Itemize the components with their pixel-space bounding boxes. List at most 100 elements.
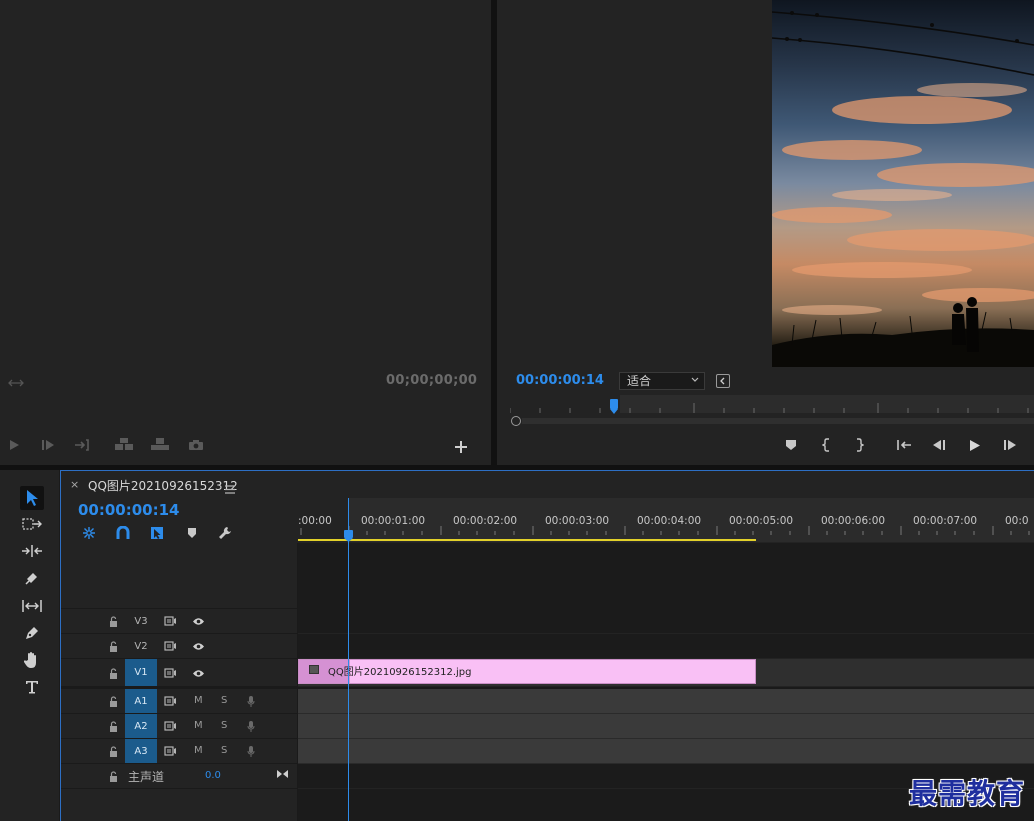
eye-icon[interactable] bbox=[191, 667, 205, 679]
type-tool[interactable] bbox=[20, 675, 44, 699]
nest-icon[interactable] bbox=[81, 525, 97, 541]
track-header-v2: V2 bbox=[61, 634, 297, 659]
track-header-a2: A2 M S bbox=[61, 714, 297, 739]
program-timecode[interactable]: 00:00:00:14 bbox=[516, 373, 604, 388]
program-time-ruler[interactable] bbox=[510, 393, 1034, 415]
sync-lock-icon[interactable] bbox=[163, 667, 177, 679]
pen-tool[interactable] bbox=[20, 621, 44, 645]
lock-icon[interactable] bbox=[107, 720, 119, 732]
track-select-tool[interactable] bbox=[20, 512, 44, 536]
master-track-label: 主声道 bbox=[128, 770, 165, 784]
insert-icon[interactable] bbox=[114, 434, 134, 454]
ripple-edit-tool[interactable] bbox=[20, 539, 44, 563]
settings-bracket-icon[interactable] bbox=[716, 374, 730, 388]
step-forward-icon[interactable] bbox=[38, 435, 58, 455]
linked-selection-icon[interactable] bbox=[149, 525, 165, 541]
tools-panel bbox=[0, 470, 59, 821]
sync-lock-icon[interactable] bbox=[163, 695, 177, 707]
track-v3[interactable] bbox=[298, 609, 1034, 634]
source-timecode[interactable]: 00;00;00;00 bbox=[386, 373, 477, 388]
ripple-edit-icon bbox=[22, 545, 42, 557]
overwrite-icon[interactable] bbox=[150, 434, 170, 454]
track-label-a3[interactable]: A3 bbox=[125, 739, 157, 763]
track-header-v3: V3 bbox=[61, 609, 297, 634]
timeline-ruler[interactable]: :00:00 00:00:01:00 00:00:02:00 00:00:03:… bbox=[298, 498, 1034, 542]
slip-tool[interactable] bbox=[20, 594, 44, 618]
microphone-icon[interactable] bbox=[245, 719, 257, 733]
marker-icon[interactable] bbox=[781, 435, 801, 455]
text-icon bbox=[26, 681, 38, 694]
razor-tool[interactable] bbox=[20, 566, 44, 590]
drag-video-only-icon[interactable] bbox=[8, 374, 24, 393]
microphone-icon[interactable] bbox=[245, 744, 257, 758]
add-icon[interactable] bbox=[451, 437, 471, 457]
scrollbar-handle[interactable] bbox=[511, 416, 521, 426]
solo-button[interactable]: S bbox=[221, 695, 227, 706]
image-clip-icon bbox=[309, 665, 319, 674]
sync-lock-icon[interactable] bbox=[163, 615, 177, 627]
track-a3[interactable] bbox=[298, 739, 1034, 764]
master-volume-value[interactable]: 0.0 bbox=[205, 770, 221, 781]
lock-icon[interactable] bbox=[107, 615, 119, 627]
slip-icon bbox=[22, 600, 42, 612]
play-icon[interactable] bbox=[4, 435, 24, 455]
timeline-timecode[interactable]: 00:00:00:14 bbox=[78, 501, 180, 519]
wrench-icon[interactable] bbox=[217, 525, 233, 541]
close-tab-icon[interactable]: × bbox=[70, 478, 79, 491]
track-a2[interactable] bbox=[298, 714, 1034, 739]
lock-icon[interactable] bbox=[107, 667, 119, 679]
source-monitor: 00;00;00;00 bbox=[0, 0, 491, 465]
track-label-v2[interactable]: V2 bbox=[125, 634, 157, 658]
lock-icon[interactable] bbox=[107, 770, 119, 782]
mark-out-icon[interactable] bbox=[849, 435, 869, 455]
hand-tool[interactable] bbox=[20, 648, 44, 672]
sync-lock-icon[interactable] bbox=[163, 720, 177, 732]
track-label-v3[interactable]: V3 bbox=[125, 609, 157, 633]
track-header-spacer bbox=[61, 543, 297, 609]
lock-icon[interactable] bbox=[107, 695, 119, 707]
track-label-a2[interactable]: A2 bbox=[125, 714, 157, 738]
mute-button[interactable]: M bbox=[194, 695, 203, 706]
go-to-out-icon[interactable] bbox=[72, 435, 92, 455]
header-divider bbox=[297, 543, 298, 821]
sync-lock-icon[interactable] bbox=[163, 640, 177, 652]
lock-icon[interactable] bbox=[107, 745, 119, 757]
eye-icon[interactable] bbox=[191, 640, 205, 652]
mute-button[interactable]: M bbox=[194, 745, 203, 756]
track-header-a3: A3 M S bbox=[61, 739, 297, 764]
selection-tool[interactable] bbox=[20, 486, 44, 510]
step-forward-icon[interactable] bbox=[1000, 435, 1020, 455]
sequence-tab[interactable]: QQ图片20210926152312 bbox=[88, 477, 238, 494]
chevron-down-icon bbox=[691, 377, 699, 382]
playhead-line[interactable] bbox=[348, 498, 349, 821]
snap-icon[interactable] bbox=[115, 525, 131, 541]
track-a1[interactable] bbox=[298, 689, 1034, 714]
razor-icon bbox=[25, 573, 37, 585]
solo-button[interactable]: S bbox=[221, 720, 227, 731]
track-header-filler bbox=[61, 789, 297, 821]
zoom-scrollbar[interactable] bbox=[510, 416, 1034, 426]
arrow-icon bbox=[27, 490, 38, 506]
hand-icon bbox=[24, 652, 36, 668]
step-back-icon[interactable] bbox=[929, 435, 949, 455]
track-label-a1[interactable]: A1 bbox=[125, 689, 157, 713]
play-icon[interactable] bbox=[964, 435, 984, 455]
eye-icon[interactable] bbox=[191, 615, 205, 627]
go-to-in-icon[interactable] bbox=[894, 435, 914, 455]
track-v1[interactable]: QQ图片20210926152312.jpg bbox=[298, 659, 1034, 687]
zoom-select[interactable]: 适合 bbox=[619, 372, 705, 390]
lock-icon[interactable] bbox=[107, 640, 119, 652]
go-to-edges-icon[interactable] bbox=[275, 768, 289, 780]
microphone-icon[interactable] bbox=[245, 694, 257, 708]
track-label-v1[interactable]: V1 bbox=[125, 659, 157, 686]
panel-menu-icon[interactable] bbox=[225, 479, 235, 498]
solo-button[interactable]: S bbox=[221, 745, 227, 756]
camera-icon[interactable] bbox=[186, 435, 206, 455]
track-v2[interactable] bbox=[298, 634, 1034, 659]
sync-lock-icon[interactable] bbox=[163, 745, 177, 757]
video-clip[interactable]: QQ图片20210926152312.jpg bbox=[298, 659, 756, 684]
track-area-spacer bbox=[298, 543, 1034, 609]
mark-in-icon[interactable] bbox=[817, 435, 837, 455]
mute-button[interactable]: M bbox=[194, 720, 203, 731]
add-marker-icon[interactable] bbox=[184, 525, 200, 541]
